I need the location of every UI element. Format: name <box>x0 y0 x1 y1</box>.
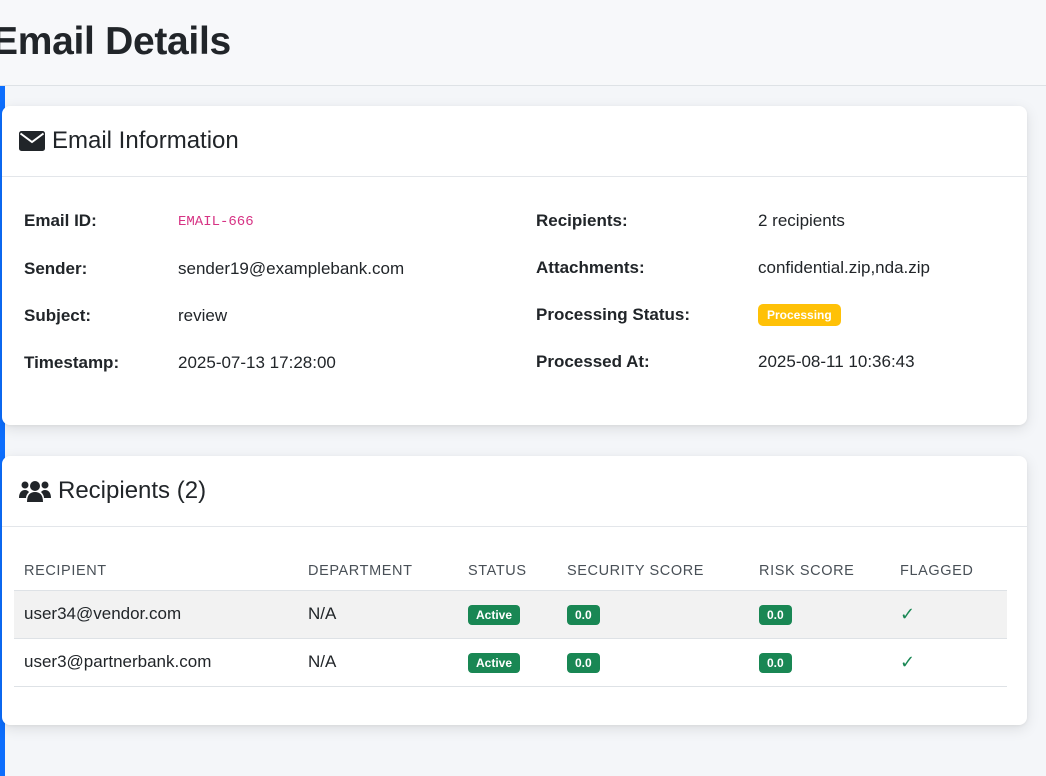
processing-status-badge: Processing <box>758 304 841 326</box>
email-id-label: Email ID: <box>24 211 97 230</box>
subject-value: review <box>178 306 228 325</box>
security-score-cell: 0.0 <box>557 638 749 687</box>
subject-label: Subject: <box>24 306 92 325</box>
page-title: Email Details <box>0 20 231 63</box>
timestamp-label: Timestamp: <box>24 353 120 372</box>
check-icon: ✓ <box>900 603 916 624</box>
risk-score-cell: 0.0 <box>749 638 890 687</box>
column-header-status[interactable]: STATUS <box>458 552 557 591</box>
column-header-recipient[interactable]: RECIPIENT <box>14 552 298 591</box>
recipients-header: Recipients (2) <box>2 456 1027 527</box>
table-header-row: RECIPIENT DEPARTMENT STATUS SECURITY SCO… <box>14 552 1007 591</box>
table-row[interactable]: user3@partnerbank.com N/A Active 0.0 0.0… <box>14 638 1007 687</box>
column-header-flagged[interactable]: FLAGGED <box>890 552 1007 591</box>
email-information-header: Email Information <box>2 106 1027 177</box>
email-id-value: EMAIL-666 <box>178 214 254 230</box>
email-information-title: Email Information <box>52 127 239 154</box>
recipients-title: Recipients (2) <box>58 477 207 504</box>
table-row[interactable]: user34@vendor.com N/A Active 0.0 0.0 ✓ <box>14 590 1007 639</box>
column-header-security-score[interactable]: SECURITY SCORE <box>557 552 749 591</box>
column-header-department[interactable]: DEPARTMENT <box>298 552 458 591</box>
processing-status-label: Processing Status: <box>536 305 690 324</box>
page-header: Email Details <box>0 0 1046 86</box>
risk-score-badge: 0.0 <box>759 604 792 625</box>
recipients-label: Recipients: <box>536 211 628 230</box>
column-header-risk-score[interactable]: RISK SCORE <box>749 552 890 591</box>
department-value: N/A <box>298 638 458 687</box>
users-icon <box>19 480 51 502</box>
security-score-cell: 0.0 <box>557 590 749 639</box>
check-icon: ✓ <box>900 651 916 672</box>
status-cell: Active <box>458 590 557 639</box>
recipient-email: user34@vendor.com <box>14 590 298 639</box>
flagged-cell: ✓ <box>890 590 1007 639</box>
recipient-email: user3@partnerbank.com <box>14 638 298 687</box>
risk-score-badge: 0.0 <box>759 652 792 673</box>
processing-status-value: Processing <box>758 304 841 326</box>
sender-value: sender19@examplebank.com <box>178 259 405 278</box>
timestamp-value: 2025-07-13 17:28:00 <box>178 353 336 372</box>
processed-at-label: Processed At: <box>536 352 650 371</box>
recipients-count-value: 2 recipients <box>758 211 845 230</box>
department-value: N/A <box>298 590 458 639</box>
flagged-cell: ✓ <box>890 638 1007 687</box>
attachments-label: Attachments: <box>536 258 645 277</box>
email-information-card: Email Information Email ID: EMAIL-666 Se… <box>2 106 1027 425</box>
attachments-value: confidential.zip,nda.zip <box>758 258 931 277</box>
recipients-table: RECIPIENT DEPARTMENT STATUS SECURITY SCO… <box>14 552 1007 687</box>
status-badge: Active <box>468 604 521 625</box>
risk-score-cell: 0.0 <box>749 590 890 639</box>
recipients-card: Recipients (2) RECIPIENT DEPARTMENT STAT… <box>2 456 1027 725</box>
envelope-icon <box>19 131 45 151</box>
status-badge: Active <box>468 652 521 673</box>
security-score-badge: 0.0 <box>567 652 600 673</box>
security-score-badge: 0.0 <box>567 604 600 625</box>
status-cell: Active <box>458 638 557 687</box>
processed-at-value: 2025-08-11 10:36:43 <box>758 352 915 371</box>
sender-label: Sender: <box>24 259 88 278</box>
